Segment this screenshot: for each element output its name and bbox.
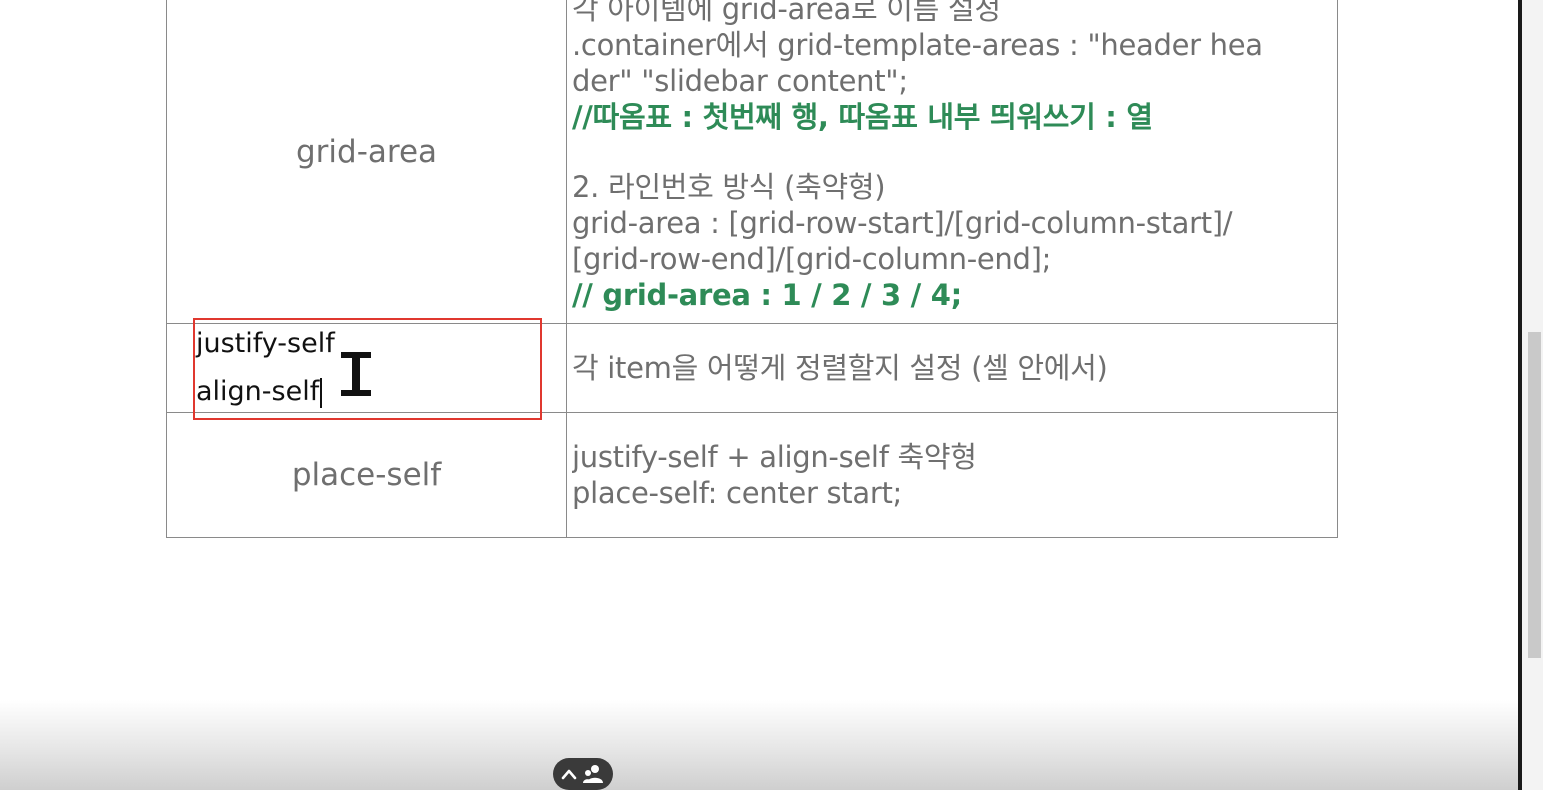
description-cell[interactable]: 각 item을 어떻게 정렬할지 설정 (셀 안에서) bbox=[566, 323, 1338, 413]
description-line: grid-area : [grid-row-start]/[grid-colum… bbox=[572, 206, 1233, 240]
scrollbar-thumb[interactable] bbox=[1528, 332, 1541, 658]
table-row: grid-area 각 아이템에 grid-area로 이름 설정 .conta… bbox=[166, 0, 1338, 324]
document-area[interactable]: grid-area 각 아이템에 grid-area로 이름 설정 .conta… bbox=[0, 0, 1518, 790]
comment-line: // grid-area : 1 / 2 / 3 / 4; bbox=[572, 278, 962, 312]
property-cell[interactable]: place-self bbox=[166, 412, 567, 538]
property-name: place-self bbox=[291, 457, 442, 493]
text-caret bbox=[320, 377, 322, 408]
table-row: place-self justify-self + align-self 축약형… bbox=[166, 412, 1338, 538]
people-icon bbox=[583, 765, 603, 783]
vertical-scrollbar[interactable] bbox=[1518, 0, 1543, 790]
description-cell[interactable]: justify-self + align-self 축약형 place-self… bbox=[566, 412, 1338, 538]
description-line: place-self: center start; bbox=[572, 476, 902, 510]
edit-line-justify-self[interactable]: justify-self bbox=[196, 328, 335, 359]
description-line: der" "slidebar content"; bbox=[572, 64, 908, 98]
description-line: .container에서 grid-template-areas : "head… bbox=[572, 28, 1263, 62]
description-line: [grid-row-end]/[grid-column-end]; bbox=[572, 242, 1052, 276]
description-line: 각 아이템에 grid-area로 이름 설정 bbox=[572, 0, 1001, 26]
description-cell[interactable]: 각 아이템에 grid-area로 이름 설정 .container에서 gri… bbox=[566, 0, 1338, 324]
scrollbar-edge bbox=[1518, 0, 1522, 790]
comment-line: //따옴표 : 첫번째 행, 따옴표 내부 띄워쓰기 : 열 bbox=[572, 100, 1153, 134]
property-name: grid-area bbox=[295, 134, 438, 170]
description-line: 2. 라인번호 방식 (축약형) bbox=[572, 170, 886, 204]
edit-line-text: align-self bbox=[196, 376, 320, 407]
css-grid-properties-table: grid-area 각 아이템에 grid-area로 이름 설정 .conta… bbox=[166, 0, 1338, 538]
ibeam-cursor-icon bbox=[341, 352, 371, 396]
property-cell[interactable]: grid-area bbox=[166, 0, 567, 324]
bottom-fade-overlay bbox=[0, 700, 1518, 790]
description-line: justify-self + align-self 축약형 bbox=[572, 440, 977, 474]
chevron-up-icon bbox=[561, 769, 577, 780]
viewer-controls-button[interactable] bbox=[553, 758, 613, 790]
edit-line-align-self[interactable]: align-self bbox=[196, 376, 322, 408]
description-line: 각 item을 어떻게 정렬할지 설정 (셀 안에서) bbox=[572, 351, 1108, 385]
